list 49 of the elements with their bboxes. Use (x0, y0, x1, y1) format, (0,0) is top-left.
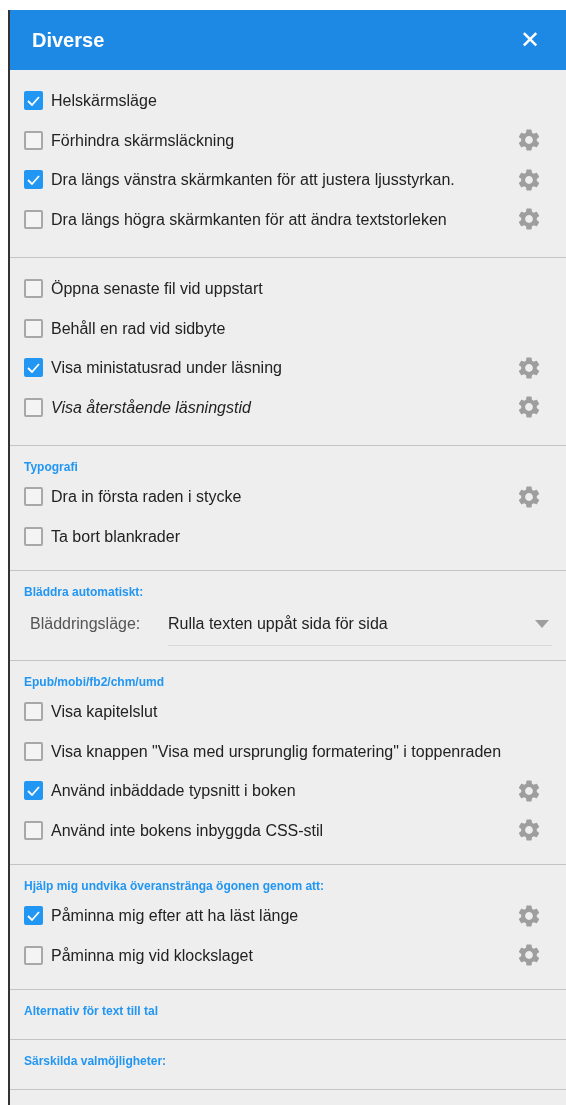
section-header: Hjälp mig undvika överanstränga ögonen genom att: (24, 878, 326, 894)
checkbox[interactable] (24, 945, 43, 965)
checkbox[interactable] (24, 741, 43, 761)
check-icon (27, 362, 40, 373)
section-header: Epub/mobi/fb2/chm/umd (24, 674, 165, 690)
check-icon (27, 910, 40, 921)
checkbox[interactable] (24, 781, 43, 801)
checkbox[interactable] (24, 91, 43, 111)
checkbox[interactable] (24, 358, 43, 378)
checkbox[interactable] (24, 487, 43, 507)
option-label: Visa ministatusrad under läsning (51, 358, 283, 378)
option-label: Dra längs högra skärmkanten för att ändra textstorleken (51, 209, 448, 229)
option-label: Ta bort blankrader (51, 526, 181, 546)
option-label: Använd inte bokens inbyggda CSS-stil (51, 820, 325, 840)
section-header: Särskilda valmöjligheter: (24, 1053, 168, 1069)
dropdown-value: Rulla texten uppåt sida för sida (168, 613, 389, 634)
section-header: Bläddra automatiskt: (24, 584, 145, 600)
option-label: Påminna mig efter att ha läst länge (51, 906, 300, 926)
checkbox[interactable] (24, 526, 43, 546)
option-label: Förhindra skärmsläckning (51, 130, 236, 150)
section-header: Alternativ för text till tal (24, 1003, 160, 1019)
checkbox[interactable] (24, 702, 43, 722)
check-icon (27, 785, 40, 796)
dropdown-arrow-icon (535, 619, 549, 628)
checkbox[interactable] (24, 130, 43, 150)
checkbox[interactable] (24, 906, 43, 926)
checkbox[interactable] (24, 820, 43, 840)
check-icon (27, 95, 40, 106)
section-header: Typografi (24, 459, 79, 475)
option-label: Öppna senaste fil vid uppstart (51, 279, 264, 299)
option-label: Dra längs vänstra skärmkanten för att justera ljusstyrkan. (51, 170, 456, 190)
option-label: Använd inbäddade typsnitt i boken (51, 781, 297, 801)
window-title: Diverse (32, 28, 105, 53)
check-icon (27, 174, 40, 185)
checkbox[interactable] (24, 279, 43, 299)
option-label: Visa återstående läsningstid (51, 397, 253, 417)
option-label: Helskärmsläge (51, 91, 158, 111)
checkbox[interactable] (24, 397, 43, 417)
dropdown-field[interactable]: Rulla texten uppåt sida för sida (168, 602, 552, 646)
checkbox[interactable] (24, 170, 43, 190)
close-button[interactable]: ✕ (520, 28, 540, 52)
option-label: Visa knappen "Visa med ursprunglig formatering" i toppenraden (51, 741, 503, 761)
option-label: Dra in första raden i stycke (51, 487, 243, 507)
option-label: Visa kapitelslut (51, 702, 159, 722)
option-label: Påminna mig vid klockslaget (51, 945, 254, 965)
option-label: Behåll en rad vid sidbyte (51, 318, 227, 338)
dropdown-label: Bläddringsläge: (30, 614, 142, 634)
checkbox[interactable] (24, 318, 43, 338)
checkbox[interactable] (24, 209, 43, 229)
